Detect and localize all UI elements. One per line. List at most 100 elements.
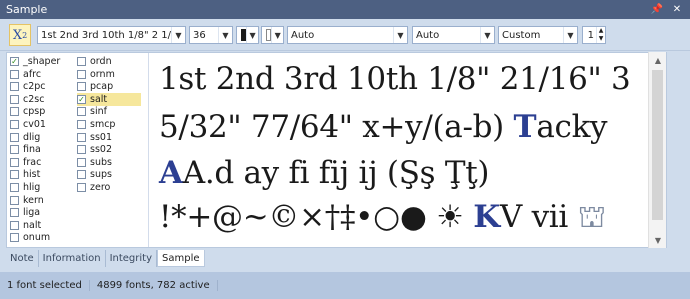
feature-checkbox[interactable] [77,57,86,66]
feature-c2pc[interactable]: c2pc [10,80,72,93]
selection-status: 1 font selected [0,280,90,291]
feature-ordn[interactable]: ordn [77,55,141,68]
feature-frac[interactable]: frac [10,156,72,169]
variation-stepper[interactable]: 1 ▲ ▼ [582,26,606,44]
tab-sample[interactable]: Sample [157,250,205,267]
text-color-picker[interactable]: ▼ [236,26,259,44]
feature-checkbox[interactable] [10,107,19,117]
feature-label: afrc [23,68,42,80]
feature-label: onum [23,232,51,244]
feature-checkbox[interactable] [77,120,86,129]
tab-integrity[interactable]: Integrity [106,250,157,267]
status-bar: 1 font selected 4899 fonts, 782 active [0,272,690,299]
feature-checkbox[interactable] [77,170,86,180]
feature-fina[interactable]: fina [10,143,72,156]
feature-checkbox[interactable] [77,157,86,167]
feature-onum[interactable]: onum [10,231,72,244]
feature-checkbox[interactable] [10,220,19,230]
feature-label: pcap [90,81,114,93]
font-size-combo[interactable]: 36 ▼ [189,26,233,44]
feature-ss02[interactable]: ss02 [77,143,141,156]
feature-checkbox[interactable] [10,208,19,218]
pin-icon[interactable]: 📌 [650,3,664,17]
feature-checkbox[interactable]: ✓ [10,57,19,66]
chevron-down-icon[interactable]: ▼ [271,27,283,43]
sample-text-combo[interactable]: 1st 2nd 3rd 10th 1/8" 2 1/16" 3 5 ▼ [37,26,186,44]
feature-checkbox[interactable] [77,183,86,192]
feature-checkbox[interactable] [10,82,19,92]
feature-checkbox[interactable] [10,183,19,192]
feature-zero[interactable]: zero [77,181,141,194]
chevron-down-icon[interactable]: ▼ [393,27,407,43]
feature-checkbox[interactable] [10,233,19,243]
feature-checkbox[interactable] [10,120,19,129]
chevron-down-icon[interactable]: ▼ [218,27,232,43]
feature-checkbox[interactable] [77,107,86,117]
feature-label: c2pc [23,81,46,93]
feature-checkbox[interactable] [10,145,19,155]
feature-shaper[interactable]: ✓ _shaper [10,55,72,68]
sample-line-2-end: acky [536,109,608,145]
vertical-scrollbar[interactable]: ▲ ▼ [648,52,666,248]
feature-checkbox[interactable]: ✓ [77,94,86,104]
sample-line-4-end: V vii [499,199,569,235]
feature-label: salt [90,93,108,105]
font-size-value: 36 [193,29,206,41]
feature-label: hist [23,169,41,181]
feature-afrc[interactable]: afrc [10,68,72,81]
language-combo[interactable]: Auto ▼ [412,26,495,44]
features-mode-combo[interactable]: Custom ▼ [498,26,578,44]
feature-dlig[interactable]: dlig [10,131,72,144]
feature-sups[interactable]: sups [77,168,141,181]
feature-label: ss02 [90,144,112,156]
stepper-up-icon[interactable]: ▲ [599,27,604,35]
feature-pcap[interactable]: pcap [77,80,141,93]
feature-cpsp[interactable]: cpsp [10,105,72,118]
feature-nalt[interactable]: nalt [10,219,72,232]
feature-smcp[interactable]: smcp [77,118,141,131]
feature-salt[interactable]: ✓ salt [77,92,141,106]
scroll-thumb[interactable] [652,70,663,220]
scroll-down-icon[interactable]: ▼ [649,234,667,246]
feature-label: _shaper [23,56,61,67]
chevron-down-icon[interactable]: ▼ [246,27,258,43]
feature-subs[interactable]: subs [77,156,141,169]
feature-kern[interactable]: kern [10,194,72,207]
feature-checkbox[interactable] [10,170,19,180]
feature-ornm[interactable]: ornm [77,68,141,81]
sample-line-1: 1st 2nd 3rd 10th 1/8" 21/16" 3 [159,61,631,97]
stepper-arrows[interactable]: ▲ ▼ [596,27,605,43]
feature-c2sc[interactable]: c2sc [10,93,72,106]
feature-checkbox[interactable] [77,82,86,92]
toolbar: X2 1st 2nd 3rd 10th 1/8" 2 1/16" 3 5 ▼ 3… [0,19,690,51]
subscript-letter: X [12,27,23,43]
sample-text-value: 1st 2nd 3rd 10th 1/8" 2 1/16" 3 5 [41,29,171,41]
tab-note[interactable]: Note [6,250,39,267]
feature-sinf[interactable]: sinf [77,105,141,118]
feature-checkbox[interactable] [10,94,19,104]
feature-cv01[interactable]: cv01 [10,118,72,131]
language-value: Auto [416,29,440,41]
feature-checkbox[interactable] [10,157,19,167]
feature-hlig[interactable]: hlig [10,181,72,194]
feature-label: liga [23,207,41,219]
feature-checkbox[interactable] [10,132,19,142]
close-icon[interactable]: ✕ [670,3,684,17]
scroll-up-icon[interactable]: ▲ [649,54,667,66]
feature-checkbox[interactable] [77,145,86,155]
feature-checkbox[interactable] [77,69,86,79]
feature-checkbox[interactable] [10,69,19,79]
subscript-toggle-button[interactable]: X2 [9,24,31,46]
chevron-down-icon[interactable]: ▼ [171,27,185,43]
background-color-picker[interactable]: ▼ [261,26,284,44]
feature-hist[interactable]: hist [10,168,72,181]
feature-ss01[interactable]: ss01 [77,131,141,144]
feature-checkbox[interactable] [10,195,19,205]
script-combo[interactable]: Auto ▼ [287,26,408,44]
feature-checkbox[interactable] [77,132,86,142]
chevron-down-icon[interactable]: ▼ [563,27,577,43]
tab-information[interactable]: Information [39,250,106,267]
chevron-down-icon[interactable]: ▼ [480,27,494,43]
feature-liga[interactable]: liga [10,206,72,219]
stepper-down-icon[interactable]: ▼ [599,35,604,43]
